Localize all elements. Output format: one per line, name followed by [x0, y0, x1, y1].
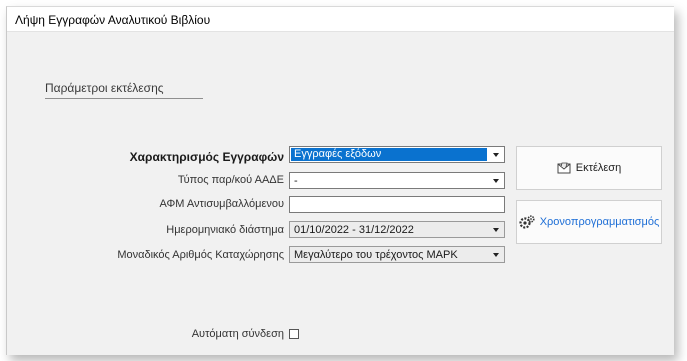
- auto-connect-checkbox[interactable]: [289, 329, 299, 339]
- date-range-label: Ημερομηνιακό διάστημα: [166, 224, 284, 236]
- envelope-icon: [557, 162, 571, 174]
- execute-button[interactable]: Εκτέλεση: [516, 146, 662, 190]
- unique-reg-number-label: Μοναδικός Αριθμός Καταχώρησης: [117, 249, 284, 261]
- unique-reg-number-value: Μεγαλύτερο του τρέχοντος ΜΑΡΚ: [294, 249, 458, 261]
- chevron-down-icon[interactable]: [487, 147, 504, 162]
- section-divider: [45, 98, 203, 99]
- schedule-button[interactable]: Χρονοπρογραμματισμός: [516, 200, 662, 244]
- aade-type-value: -: [294, 175, 298, 187]
- counterparty-vat-label: ΑΦΜ Αντισυμβαλλόμενου: [159, 198, 285, 210]
- record-type-label: Χαρακτηρισμός Εγγραφών: [129, 150, 284, 164]
- title-bar: Λήψη Εγγραφών Αναλυτικού Βιβλίου: [7, 7, 674, 32]
- chevron-down-icon[interactable]: [487, 173, 504, 188]
- section-title: Παράμετροι εκτέλεσης: [45, 81, 164, 95]
- record-type-select[interactable]: Εγγραφές εξόδων: [289, 146, 505, 163]
- aade-type-label: Τύπος παρ/κού ΑΑΔΕ: [177, 174, 284, 186]
- gears-icon: [519, 214, 535, 229]
- aade-type-select[interactable]: -: [289, 172, 505, 189]
- chevron-down-icon[interactable]: [487, 222, 504, 237]
- date-range-select[interactable]: 01/10/2022 - 31/12/2022: [289, 221, 505, 238]
- window-title: Λήψη Εγγραφών Αναλυτικού Βιβλίου: [15, 13, 211, 27]
- dialog-window: Λήψη Εγγραφών Αναλυτικού Βιβλίου Παράμετ…: [6, 6, 674, 355]
- record-type-value: Εγγραφές εξόδων: [291, 148, 487, 161]
- unique-reg-number-select[interactable]: Μεγαλύτερο του τρέχοντος ΜΑΡΚ: [289, 246, 505, 263]
- date-range-value: 01/10/2022 - 31/12/2022: [294, 224, 414, 236]
- execute-button-label: Εκτέλεση: [575, 162, 622, 174]
- schedule-button-label: Χρονοπρογραμματισμός: [539, 216, 660, 228]
- chevron-down-icon[interactable]: [487, 247, 504, 262]
- counterparty-vat-input[interactable]: [289, 196, 505, 213]
- auto-connect-label: Αυτόματη σύνδεση: [191, 328, 284, 340]
